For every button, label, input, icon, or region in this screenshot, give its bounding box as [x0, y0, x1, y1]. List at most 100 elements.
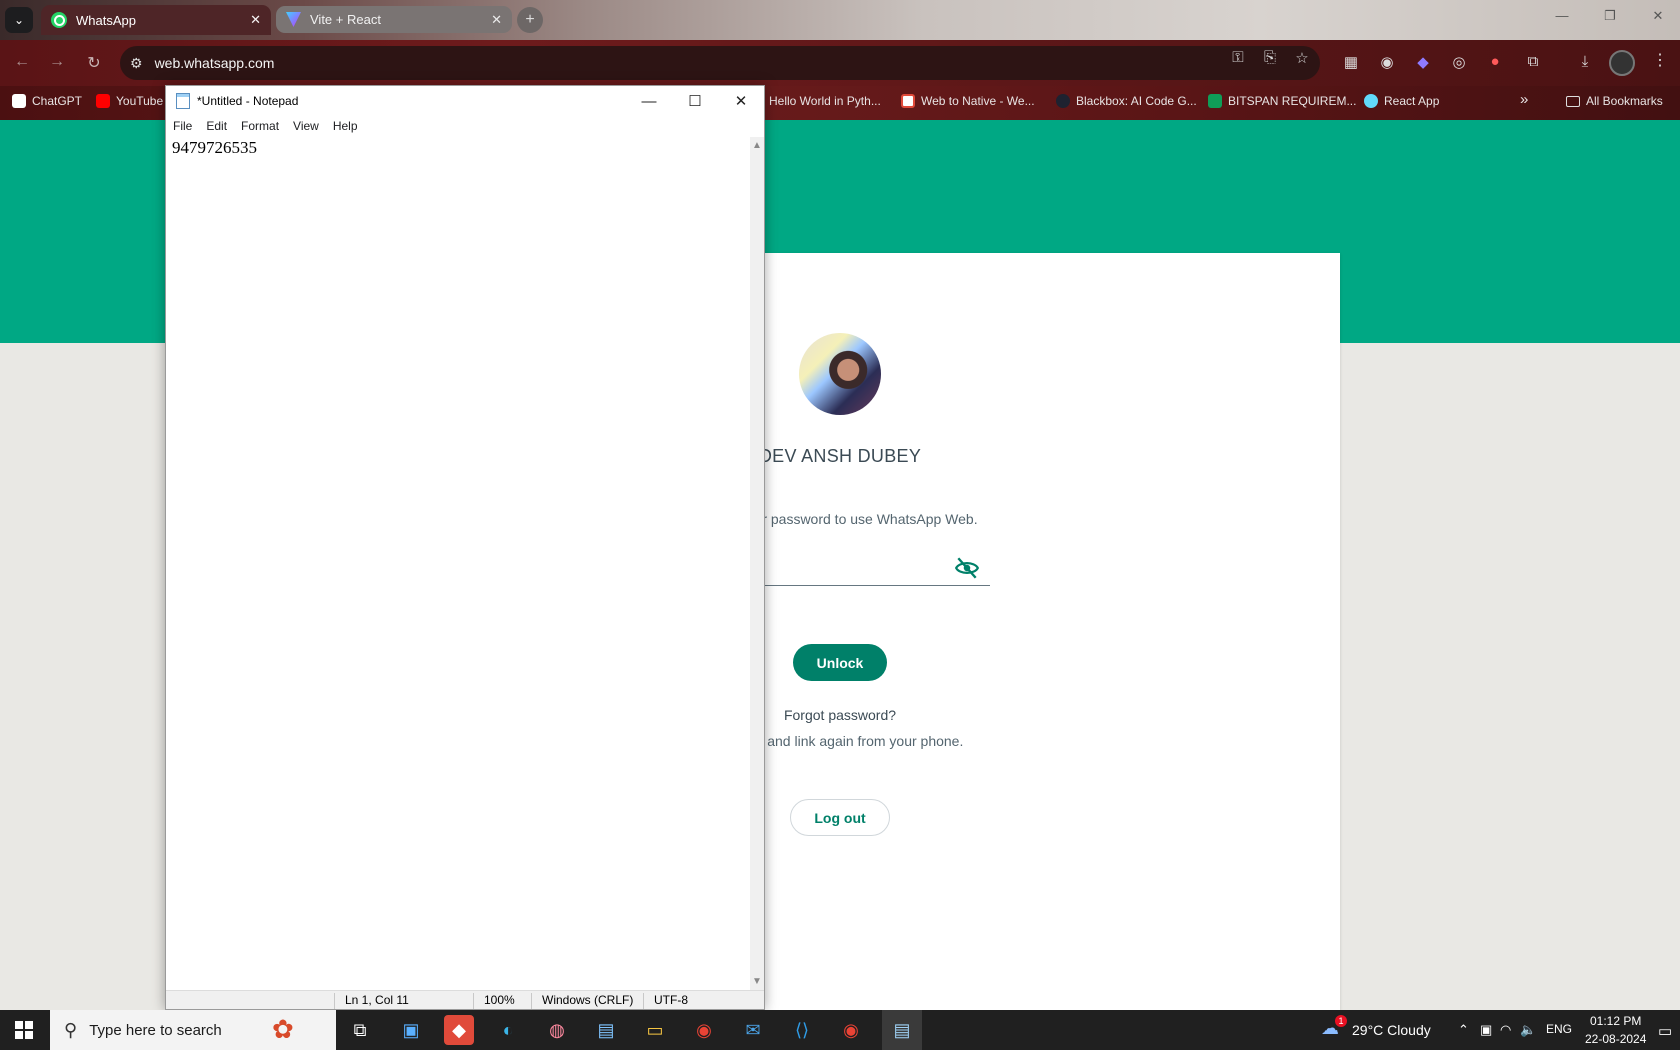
app-icon[interactable]: ▣ [396, 1015, 426, 1045]
menu-kebab-icon[interactable]: ⋮ [1652, 50, 1668, 70]
wifi-icon[interactable]: ◠ [1500, 1022, 1511, 1038]
react-icon [1364, 94, 1378, 108]
restore-icon[interactable]: ❐ [1600, 8, 1620, 24]
search-icon: ⚲ [64, 1019, 78, 1040]
notepad-title-bar[interactable]: *Untitled - Notepad — ☐ ✕ [166, 86, 764, 116]
bookmark-item[interactable]: Hello World in Pyth... [769, 94, 881, 108]
bookmark-item[interactable]: Blackbox: AI Code G... [1056, 94, 1197, 108]
tab-whatsapp[interactable]: WhatsApp ✕ [41, 5, 271, 35]
menu-file[interactable]: File [166, 116, 199, 136]
taskbar-search[interactable]: ⚲ Type here to search ✿ [50, 1010, 336, 1050]
notepad-taskbar-icon[interactable]: ▤ [882, 1010, 922, 1050]
tab-label: Vite + React [310, 12, 381, 27]
tab-close-icon[interactable]: ✕ [250, 12, 261, 28]
minimize-icon[interactable]: — [1552, 8, 1572, 23]
notifications-icon[interactable]: ▭ [1658, 1022, 1672, 1040]
install-app-icon[interactable]: ⎘ [1260, 49, 1280, 66]
chrome-profile-icon[interactable]: ◉ [836, 1015, 866, 1045]
camera-icon[interactable]: ◉ [1376, 53, 1398, 71]
forward-icon[interactable]: → [46, 53, 68, 71]
notepad-text-area[interactable]: 9479726535 [171, 138, 746, 988]
bookmark-label: Blackbox: AI Code G... [1076, 94, 1197, 108]
menu-edit[interactable]: Edit [199, 116, 234, 136]
blackbox-icon [1056, 94, 1070, 108]
notepad-status-bar: Ln 1, Col 11 100% Windows (CRLF) UTF-8 [166, 990, 764, 1009]
chevron-down-icon: ⌄ [13, 13, 25, 27]
vite-favicon-icon [286, 12, 301, 27]
youtube-icon [96, 94, 110, 108]
extension-icon[interactable]: ▦ [1340, 53, 1362, 71]
extension-icon[interactable]: ◎ [1448, 53, 1470, 71]
bookmark-label: YouTube [116, 94, 164, 108]
network-icon[interactable]: ▣ [1480, 1022, 1492, 1038]
bookmark-item[interactable]: Web to Native - We... [901, 94, 1035, 108]
bookmark-item[interactable]: YouTube [96, 94, 163, 108]
maximize-icon[interactable]: ☐ [672, 86, 718, 116]
system-tray: ☁ 1 29°C Cloudy ⌃ ▣ ◠ 🔈 ENG 01:12 PM 22-… [1320, 1010, 1680, 1050]
back-icon[interactable]: ← [11, 53, 33, 71]
app-icon[interactable]: ◆ [444, 1015, 474, 1045]
profile-avatar[interactable] [1609, 50, 1635, 76]
tab-close-icon[interactable]: ✕ [491, 12, 502, 28]
menu-help[interactable]: Help [326, 116, 365, 136]
notepad-window: *Untitled - Notepad — ☐ ✕ File Edit Form… [165, 85, 765, 1010]
all-bookmarks-button[interactable]: All Bookmarks [1566, 94, 1663, 108]
scroll-down-icon[interactable]: ▼ [752, 976, 762, 987]
browser-tab-strip: ⌄ WhatsApp ✕ Vite + React ✕ + — ❐ ✕ [0, 0, 1680, 40]
weather-text[interactable]: 29°C Cloudy [1352, 1022, 1431, 1038]
bookmark-label: Hello World in Pyth... [769, 94, 881, 108]
vertical-scrollbar[interactable]: ▲ ▼ [750, 137, 764, 990]
bookmarks-overflow-icon[interactable]: » [1520, 91, 1528, 108]
password-key-icon[interactable]: ⚿ [1228, 49, 1248, 66]
clock-date[interactable]: 22-08-2024 [1585, 1032, 1646, 1046]
window-title: *Untitled - Notepad [197, 94, 299, 108]
chevron-up-icon[interactable]: ⌃ [1458, 1022, 1469, 1038]
file-explorer-icon[interactable]: ▭ [640, 1015, 670, 1045]
close-icon[interactable]: ✕ [718, 86, 764, 116]
bookmark-item[interactable]: BITSPAN REQUIREM... [1208, 94, 1356, 108]
close-icon[interactable]: ✕ [1648, 8, 1668, 24]
store-icon[interactable]: ▤ [591, 1015, 621, 1045]
bookmark-item[interactable]: ChatGPT [12, 94, 82, 108]
bookmark-item[interactable]: React App [1364, 94, 1439, 108]
bookmark-label: Web to Native - We... [921, 94, 1035, 108]
edge-icon[interactable]: ◐ [493, 1015, 523, 1045]
start-button[interactable] [0, 1010, 48, 1050]
tab-label: WhatsApp [76, 12, 136, 28]
avatar [799, 333, 881, 415]
app-icon[interactable]: ◍ [542, 1015, 572, 1045]
minimize-icon[interactable]: — [626, 86, 672, 116]
tab-search-button[interactable]: ⌄ [5, 7, 33, 33]
bookmark-star-icon[interactable]: ☆ [1292, 49, 1312, 67]
web-to-native-icon [901, 94, 915, 108]
extension-icon[interactable]: ● [1484, 53, 1506, 70]
clock-time[interactable]: 01:12 PM [1590, 1014, 1641, 1028]
bookmark-label: ChatGPT [32, 94, 83, 108]
download-icon[interactable]: ⤓ [1574, 53, 1596, 70]
extension-puzzle-icon[interactable]: ⧉ [1522, 53, 1544, 70]
zoom-level: 100% [473, 993, 515, 1009]
notepad-menu-bar: File Edit Format View Help [166, 116, 764, 136]
mail-icon[interactable]: ✉ [738, 1015, 768, 1045]
volume-icon[interactable]: 🔈 [1520, 1022, 1536, 1038]
reload-icon[interactable]: ↻ [83, 53, 105, 73]
unlock-button[interactable]: Unlock [793, 644, 887, 681]
chrome-icon[interactable]: ◉ [689, 1015, 719, 1045]
tab-vite-react[interactable]: Vite + React ✕ [276, 6, 512, 33]
vscode-icon[interactable]: ⟨⟩ [787, 1015, 817, 1045]
search-highlight-icon: ✿ [272, 1014, 294, 1044]
menu-view[interactable]: View [286, 116, 326, 136]
language-indicator[interactable]: ENG [1546, 1022, 1572, 1036]
bookmark-label: BITSPAN REQUIREM... [1228, 94, 1357, 108]
menu-format[interactable]: Format [234, 116, 286, 136]
new-tab-button[interactable]: + [517, 7, 543, 33]
extension-icon[interactable]: ◆ [1412, 53, 1434, 71]
logout-button[interactable]: Log out [790, 799, 890, 836]
eye-off-icon[interactable] [954, 555, 980, 581]
site-info-icon[interactable]: ⚙ [130, 55, 143, 72]
address-bar[interactable]: ⚙ web.whatsapp.com [120, 46, 1320, 80]
task-view-icon[interactable]: ⧉ [345, 1015, 375, 1045]
scroll-up-icon[interactable]: ▲ [752, 140, 762, 151]
all-bookmarks-label: All Bookmarks [1586, 94, 1663, 108]
search-placeholder: Type here to search [89, 1021, 222, 1039]
